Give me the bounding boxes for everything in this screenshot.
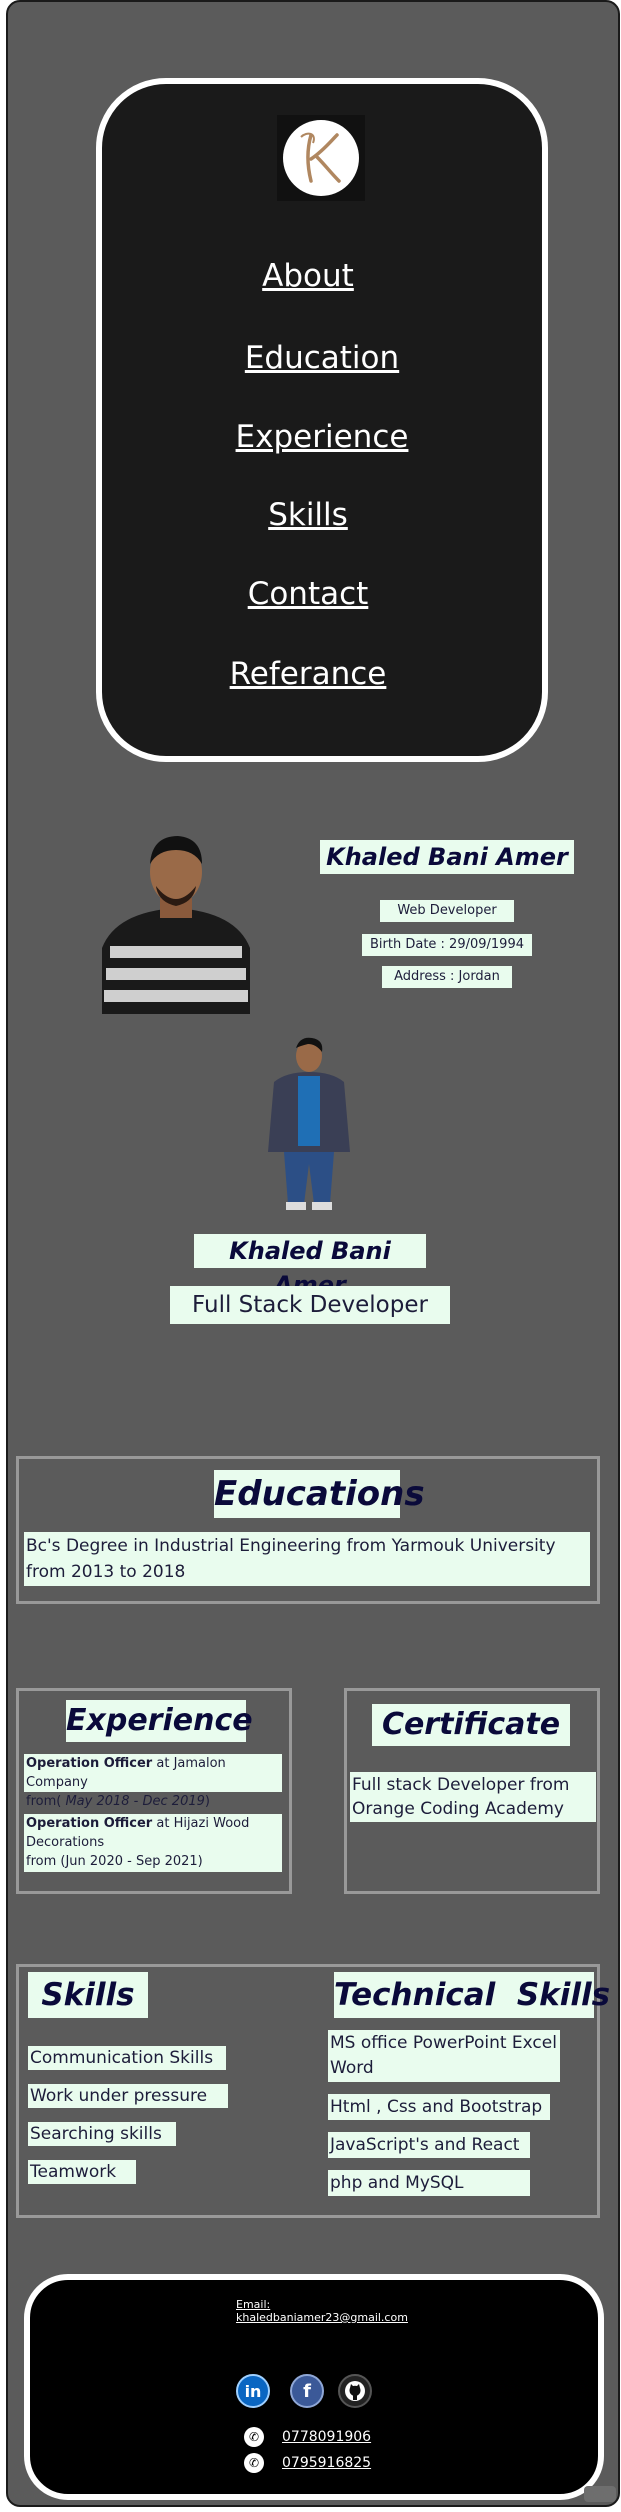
hero-name: Khaled Bani Amer (194, 1234, 426, 1299)
job-dates-suffix: ) (204, 1794, 210, 1809)
email-label: Email: (236, 2298, 271, 2311)
phone-link[interactable]: 0795916825 (282, 2455, 371, 2471)
phone-icon: ✆ (244, 2427, 264, 2447)
profile-title: Web Developer (380, 900, 514, 922)
github-icon[interactable] (338, 2374, 372, 2408)
job-role: Operation Officer (26, 1756, 153, 1771)
monogram-k-icon (283, 120, 359, 196)
technical-skill-item: MS office PowerPoint Excel Word (328, 2030, 560, 2082)
technical-skill-item: JavaScript's and React (328, 2132, 530, 2158)
contact-email-block: Email: khaledbaniamer23@gmail.com (236, 2298, 408, 2324)
phone-link[interactable]: 0778091906 (282, 2429, 371, 2445)
certificate-text: Full stack Developer from Orange Coding … (350, 1772, 596, 1822)
skill-item: Work under pressure (28, 2084, 228, 2108)
nav-link-about[interactable]: About (262, 258, 354, 294)
scroll-to-top-button[interactable] (584, 2486, 616, 2502)
job-dates: May 2018 - Dec 2019 (61, 1794, 205, 1809)
logo (277, 115, 365, 201)
nav-link-experience[interactable]: Experience (236, 419, 409, 455)
person-avatar-icon (96, 828, 256, 1014)
experience-job-1: Operation Officer at Jamalon Company fro… (24, 1754, 282, 1809)
nav-link-contact[interactable]: Contact (248, 576, 369, 612)
education-text: Bc's Degree in Industrial Engineering fr… (24, 1532, 590, 1586)
phone-icon: ✆ (244, 2453, 264, 2473)
education-heading: Educations (214, 1470, 425, 1518)
technical-skills-heading: Technical Skills (334, 1972, 610, 2018)
skill-item: Communication Skills (28, 2046, 226, 2070)
nav-link-skills[interactable]: Skills (268, 497, 348, 533)
page-container: About Education Experience Skills Contac… (6, 0, 620, 2507)
nav-link-education[interactable]: Education (245, 340, 399, 376)
technical-skill-item: php and MySQL (328, 2170, 530, 2196)
profile-birth-date: Birth Date : 29/09/1994 (362, 934, 532, 956)
job-dates: from (Jun 2020 - Sep 2021) (26, 1854, 203, 1869)
profile-photo (96, 828, 256, 1014)
profile-address: Address : Jordan (382, 966, 512, 988)
technical-skill-item: Html , Css and Bootstrap (328, 2094, 550, 2120)
job-dates-prefix: from( (26, 1794, 62, 1809)
phone-row: ✆ 0778091906 (244, 2427, 371, 2447)
experience-heading: Experience (66, 1700, 253, 1742)
job-role: Operation Officer (26, 1816, 153, 1831)
nav-link-referance[interactable]: Referance (230, 656, 387, 692)
hero-photo (256, 1036, 362, 1212)
experience-job-2: Operation Officer at Hijazi Wood Decorat… (24, 1814, 282, 1872)
profile-name: Khaled Bani Amer (320, 840, 574, 874)
person-standing-icon (256, 1036, 362, 1212)
certificate-heading: Certificate (372, 1704, 570, 1746)
skill-item: Teamwork (28, 2160, 136, 2184)
hero-role: Full Stack Developer (170, 1286, 450, 1324)
phone-row: ✆ 0795916825 (244, 2453, 371, 2473)
github-cat-icon (345, 2381, 365, 2401)
email-link[interactable]: khaledbaniamer23@gmail.com (236, 2311, 408, 2324)
skills-heading: Skills (28, 1972, 148, 2018)
linkedin-icon[interactable]: in (236, 2374, 270, 2408)
facebook-icon[interactable]: f (290, 2374, 324, 2408)
skill-item: Searching skills (28, 2122, 176, 2146)
